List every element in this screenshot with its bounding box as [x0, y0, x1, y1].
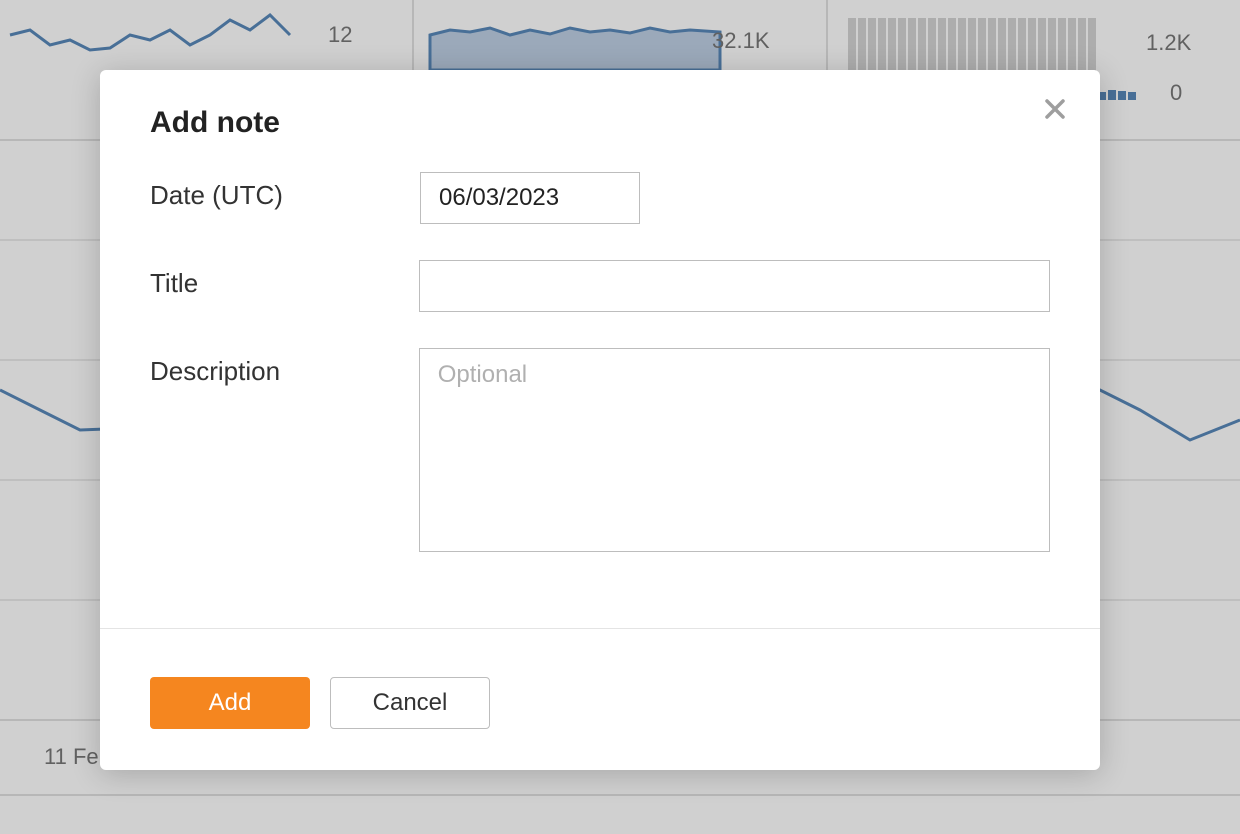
close-icon	[1043, 97, 1067, 121]
description-input[interactable]	[419, 348, 1050, 552]
add-button[interactable]: Add	[150, 677, 310, 729]
description-label: Description	[150, 348, 419, 387]
add-note-modal: Add note Date (UTC) Title Description Ad…	[100, 70, 1100, 770]
title-input[interactable]	[419, 260, 1050, 312]
modal-footer: Add Cancel	[100, 628, 1100, 777]
cancel-button[interactable]: Cancel	[330, 677, 490, 729]
modal-body: Date (UTC) Title Description	[100, 160, 1100, 628]
title-row: Title	[150, 260, 1050, 312]
close-button[interactable]	[1038, 92, 1072, 126]
date-row: Date (UTC)	[150, 172, 1050, 224]
title-label: Title	[150, 260, 419, 299]
date-input[interactable]	[420, 172, 640, 224]
modal-header: Add note	[100, 70, 1100, 160]
modal-title: Add note	[150, 106, 1050, 140]
date-label: Date (UTC)	[150, 172, 420, 211]
description-row: Description	[150, 348, 1050, 552]
